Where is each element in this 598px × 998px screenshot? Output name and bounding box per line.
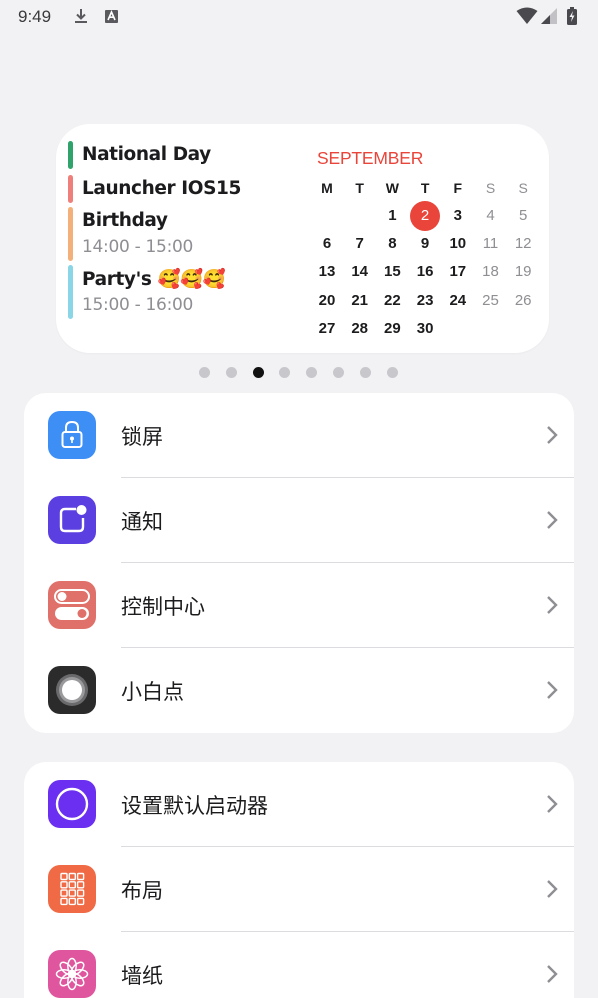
calendar-day: 9 (420, 235, 430, 253)
assistive-touch-icon (48, 666, 96, 714)
settings-row-control-center[interactable]: 控制中心 (24, 563, 574, 648)
calendar-day: 29 (384, 319, 401, 337)
circle-icon (48, 780, 96, 828)
calendar-day: 17 (449, 263, 467, 281)
calendar-day: 12 (514, 235, 532, 253)
calendar-day: 10 (449, 235, 467, 253)
event-color-bar (68, 265, 73, 319)
calendar-day: 3 (453, 207, 462, 224)
calendar-day: 26 (514, 291, 532, 309)
chevron-right-icon (547, 965, 558, 983)
page-dot[interactable] (199, 367, 210, 378)
calendar-day: 16 (416, 263, 434, 281)
status-bar: 9:49 (0, 0, 598, 34)
calendar-day: 25 (482, 291, 499, 309)
flower-icon (48, 950, 96, 998)
event-color-bar (68, 175, 73, 203)
status-time: 9:49 (18, 7, 52, 26)
calendar-weekday: F (453, 180, 463, 196)
event-title: National Day (82, 144, 211, 165)
calendar-day: 14 (351, 263, 369, 281)
calendar-day: 22 (384, 291, 401, 309)
event-color-bar (68, 141, 73, 169)
settings-row-label: 通知 (121, 510, 163, 534)
settings-row-label: 设置默认启动器 (121, 794, 268, 818)
calendar-day: 11 (482, 235, 499, 253)
settings-row-notifications[interactable]: 通知 (24, 478, 574, 563)
settings-row-layout[interactable]: 布局 (24, 847, 574, 932)
page-dot-active[interactable] (252, 367, 264, 378)
calendar-day: 8 (388, 235, 397, 253)
calendar-weekday: S (518, 180, 528, 196)
page-dot[interactable] (386, 367, 398, 378)
calendar-weekday: T (420, 180, 430, 196)
cellular-signal-icon (541, 8, 557, 24)
settings-row-wallpaper[interactable]: 墙纸 (24, 932, 574, 998)
settings-row-label: 墙纸 (121, 964, 163, 988)
settings-row-label: 布局 (121, 879, 163, 903)
calendar-day: 23 (416, 291, 434, 309)
chevron-right-icon (547, 596, 558, 614)
settings-row-label: 小白点 (121, 680, 184, 704)
calendar-day: 19 (514, 263, 532, 281)
calendar-day: 15 (384, 263, 401, 281)
calendar-widget[interactable]: National Day Launcher IOS15 Birthday 14:… (56, 124, 549, 353)
event-title: Launcher IOS15 (82, 178, 241, 199)
calendar-weekday: M (321, 180, 333, 196)
grid-icon (48, 865, 96, 913)
calendar-day: 7 (355, 235, 364, 253)
settings-group-secondary: 设置默认启动器 布局 墙纸 (24, 762, 574, 998)
settings-row-assistive-touch[interactable]: 小白点 (24, 648, 574, 733)
event-title: Party's 🥰🥰🥰 (82, 269, 226, 290)
page-dot[interactable] (359, 367, 371, 378)
chevron-right-icon (547, 511, 558, 529)
event-title: Birthday (82, 210, 168, 231)
chevron-right-icon (547, 426, 558, 444)
calendar-day: 4 (486, 207, 495, 224)
page-dot[interactable] (306, 367, 318, 378)
calendar-weekday: W (385, 180, 399, 196)
event-color-bar (68, 207, 73, 261)
calendar-day: 20 (318, 291, 336, 309)
chevron-right-icon (547, 880, 558, 898)
calendar-day: 5 (519, 207, 528, 224)
calendar-weekday: T (355, 180, 364, 196)
calendar-day: 13 (318, 263, 336, 281)
event-time: 14:00 - 15:00 (82, 237, 194, 257)
calendar-day: 6 (322, 235, 332, 253)
chevron-right-icon (547, 681, 558, 699)
calendar-day: 28 (351, 319, 369, 337)
app-notification-icon (105, 10, 118, 23)
calendar-day: 1 (388, 207, 397, 224)
page-dot[interactable] (333, 367, 344, 378)
page-indicator[interactable] (0, 367, 598, 379)
settings-group-primary: 锁屏 通知 控制中心 小白点 (24, 393, 574, 733)
settings-row-label: 控制中心 (121, 595, 205, 619)
toggle-icon (48, 581, 96, 629)
chevron-right-icon (547, 795, 558, 813)
settings-row-label: 锁屏 (121, 425, 163, 449)
calendar-day: 30 (416, 319, 434, 337)
page-dot[interactable] (225, 367, 237, 378)
notification-icon (48, 496, 96, 544)
calendar-today: 2 (408, 201, 442, 231)
wifi-icon (516, 7, 538, 24)
page-dot[interactable] (279, 367, 291, 378)
calendar-day: 27 (318, 319, 336, 337)
download-icon (75, 9, 87, 23)
calendar-weekday: S (485, 180, 496, 196)
calendar-day: 18 (482, 263, 499, 281)
settings-row-lock-screen[interactable]: 锁屏 (24, 393, 574, 478)
battery-icon (567, 7, 577, 25)
lock-icon (48, 411, 96, 459)
settings-row-default-launcher[interactable]: 设置默认启动器 (24, 762, 574, 847)
event-time: 15:00 - 16:00 (82, 295, 194, 315)
calendar-month: SEPTEMBER (317, 148, 424, 168)
calendar-day: 21 (351, 291, 369, 309)
calendar-day: 24 (449, 291, 467, 309)
